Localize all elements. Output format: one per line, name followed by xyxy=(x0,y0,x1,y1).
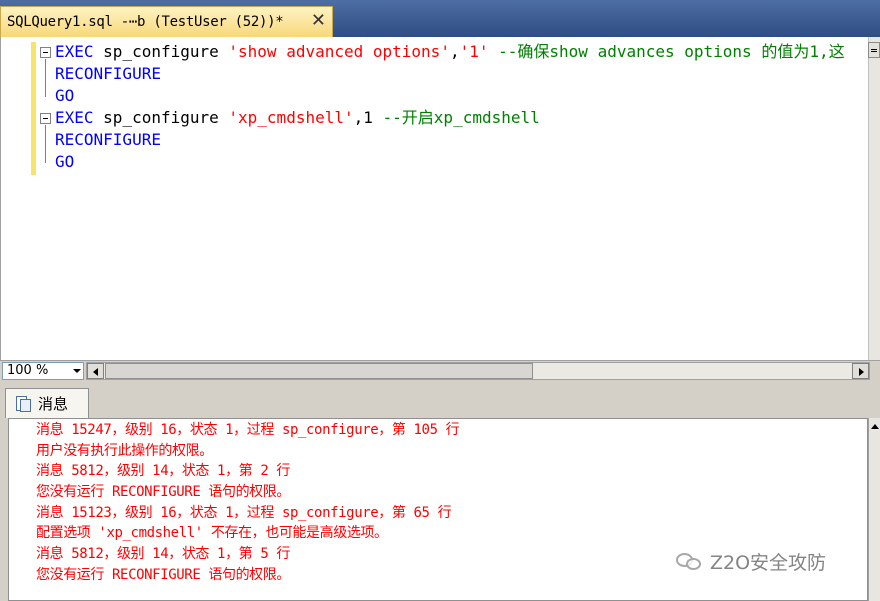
editor-status-strip: 100 % xyxy=(0,360,880,380)
arrow-up-icon[interactable] xyxy=(871,424,879,429)
sql-comment: --确保show advances options 的值为1,这 xyxy=(488,42,845,61)
sql-keyword: GO xyxy=(55,152,75,171)
document-tab-strip: SQLQuery1.sql -⋯b (TestUser (52))* ✕ xyxy=(0,0,880,37)
sql-string: '1' xyxy=(459,42,489,61)
outline-line xyxy=(45,59,46,97)
code-line: EXEC sp_configure 'show advanced options… xyxy=(55,41,845,63)
editor-vertical-scrollbar[interactable] xyxy=(868,37,880,360)
messages-vertical-scrollbar[interactable] xyxy=(868,418,880,601)
code-line: GO xyxy=(55,85,74,107)
message-line: 消息 5812，级别 14，状态 1，第 5 行 xyxy=(36,546,290,562)
scroll-right-button[interactable] xyxy=(852,363,869,379)
query-tab-title: SQLQuery1.sql -⋯b (TestUser (52))* xyxy=(7,14,284,30)
collapse-icon[interactable] xyxy=(40,47,51,58)
sql-keyword: RECONFIGURE xyxy=(55,64,161,83)
sql-string: 'show advanced options' xyxy=(228,42,450,61)
sql-identifier: sp_configure xyxy=(93,108,229,127)
sql-keyword: RECONFIGURE xyxy=(55,130,161,149)
changed-lines-marker xyxy=(31,42,36,175)
code-line: RECONFIGURE xyxy=(55,129,161,151)
wechat-logo-icon xyxy=(676,551,704,573)
tab-messages-label: 消息 xyxy=(38,395,69,413)
message-line: 配置选项 'xp_cmdshell' 不存在，也可能是高级选项。 xyxy=(36,525,388,541)
message-line: 用户没有执行此操作的权限。 xyxy=(36,443,213,459)
message-line: 消息 5812，级别 14，状态 1，第 2 行 xyxy=(36,463,290,479)
scroll-left-button[interactable] xyxy=(87,363,104,379)
sql-comment: --开启xp_cmdshell xyxy=(382,108,540,127)
watermark: Z2O安全攻防 xyxy=(676,548,826,575)
tab-messages[interactable]: 消息 xyxy=(5,388,89,418)
sql-keyword: GO xyxy=(55,86,75,105)
sql-string: 'xp_cmdshell' xyxy=(228,108,354,127)
arrow-right-icon xyxy=(859,368,864,376)
results-tab-bar: 消息 xyxy=(0,382,880,418)
scroll-thumb[interactable] xyxy=(105,363,533,379)
sql-punct: , xyxy=(449,42,460,61)
message-line: 您没有运行 RECONFIGURE 语句的权限。 xyxy=(36,567,290,583)
query-editor[interactable]: EXEC sp_configure 'show advanced options… xyxy=(0,37,868,360)
message-line: 消息 15123，级别 16，状态 1，过程 sp_configure，第 65… xyxy=(36,505,452,521)
sql-punct: ,1 xyxy=(353,108,383,127)
collapse-icon[interactable] xyxy=(40,113,51,124)
zoom-dropdown[interactable]: 100 % xyxy=(2,362,84,380)
message-line: 您没有运行 RECONFIGURE 语句的权限。 xyxy=(36,484,290,500)
zoom-value: 100 % xyxy=(7,363,49,378)
close-icon[interactable]: ✕ xyxy=(311,12,326,30)
sql-keyword: EXEC xyxy=(55,108,94,127)
code-line: EXEC sp_configure 'xp_cmdshell',1 --开启xp… xyxy=(55,107,540,129)
arrow-left-icon xyxy=(93,368,98,376)
outline-line xyxy=(45,125,46,163)
query-tab[interactable]: SQLQuery1.sql -⋯b (TestUser (52))* ✕ xyxy=(0,6,333,37)
code-line: RECONFIGURE xyxy=(55,63,161,85)
watermark-text: Z2O安全攻防 xyxy=(710,552,827,574)
split-window-icon[interactable] xyxy=(868,42,880,58)
sql-identifier: sp_configure xyxy=(93,42,229,61)
editor-horizontal-scrollbar[interactable] xyxy=(86,362,870,380)
chevron-down-icon[interactable] xyxy=(73,369,81,373)
messages-icon xyxy=(14,395,32,413)
code-line: GO xyxy=(55,151,74,173)
message-line: 消息 15247，级别 16，状态 1，过程 sp_configure，第 10… xyxy=(36,422,460,438)
sql-keyword: EXEC xyxy=(55,42,94,61)
